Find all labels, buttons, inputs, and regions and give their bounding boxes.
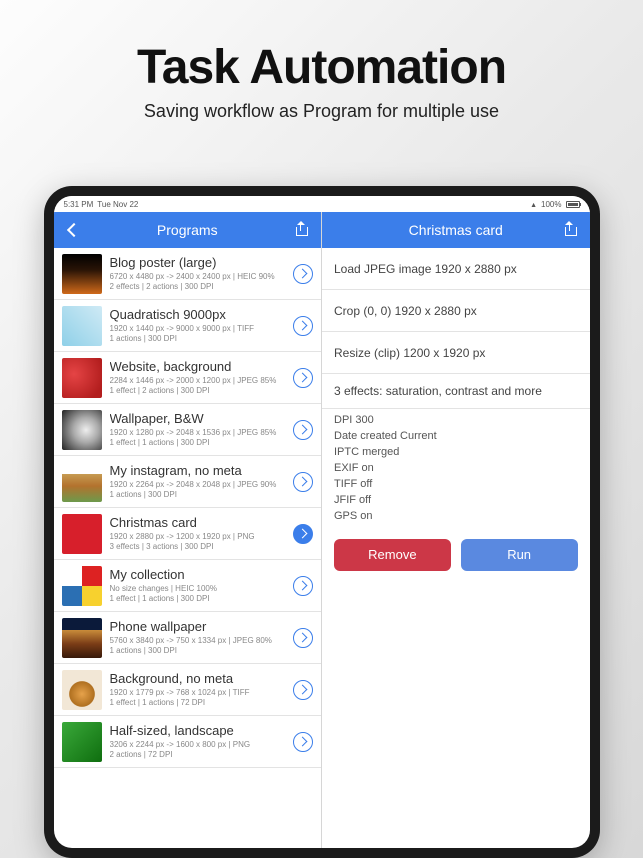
program-title: Wallpaper, B&W	[110, 411, 286, 426]
share-icon	[564, 222, 576, 236]
metadata-line: JFIF off	[334, 493, 578, 509]
programs-navbar: Programs	[54, 212, 322, 248]
program-subtitle: No size changes | HEIC 100% 1 effect | 1…	[110, 584, 286, 604]
disclosure-button[interactable]	[293, 264, 313, 284]
chevron-left-icon	[66, 223, 80, 237]
program-text: Quadratisch 9000px 1920 x 1440 px -> 9000…	[110, 307, 286, 344]
wifi-icon	[530, 200, 537, 209]
program-title: My collection	[110, 567, 286, 582]
status-time: 5:31 PM	[64, 200, 94, 209]
program-text: Wallpaper, B&W 1920 x 1280 px -> 2048 x 1…	[110, 411, 286, 448]
share-icon	[295, 222, 307, 236]
programs-list[interactable]: Blog poster (large) 6720 x 4480 px -> 240…	[54, 248, 322, 848]
battery-label: 100%	[541, 200, 561, 209]
metadata-line: GPS on	[334, 509, 578, 525]
step-load[interactable]: Load JPEG image 1920 x 2880 px	[322, 248, 590, 290]
disclosure-button[interactable]	[293, 420, 313, 440]
program-text: Background, no meta 1920 x 1779 px -> 768…	[110, 671, 286, 708]
detail-navbar: Christmas card	[322, 212, 590, 248]
device-screen: 5:31 PM Tue Nov 22 100% Programs Blog po…	[54, 196, 590, 848]
program-row[interactable]: Background, no meta 1920 x 1779 px -> 768…	[54, 664, 322, 716]
step-resize[interactable]: Resize (clip) 1200 x 1920 px	[322, 332, 590, 374]
disclosure-button[interactable]	[293, 576, 313, 596]
programs-pane: Programs Blog poster (large) 6720 x 4480 …	[54, 212, 323, 848]
program-thumbnail	[62, 566, 102, 606]
program-text: Phone wallpaper 5760 x 3840 px -> 750 x 1…	[110, 619, 286, 656]
program-row[interactable]: Christmas card 1920 x 2880 px -> 1200 x 1…	[54, 508, 322, 560]
status-date: Tue Nov 22	[97, 200, 138, 209]
promo-title: Task Automation	[0, 0, 643, 95]
program-title: Website, background	[110, 359, 286, 374]
metadata-block: DPI 300Date created CurrentIPTC mergedEX…	[322, 409, 590, 535]
metadata-line: EXIF on	[334, 461, 578, 477]
program-subtitle: 2284 x 1446 px -> 2000 x 1200 px | JPEG …	[110, 376, 286, 396]
disclosure-button[interactable]	[293, 628, 313, 648]
program-row[interactable]: My collection No size changes | HEIC 100%…	[54, 560, 322, 612]
program-thumbnail	[62, 670, 102, 710]
disclosure-button[interactable]	[293, 524, 313, 544]
program-thumbnail	[62, 254, 102, 294]
program-subtitle: 1920 x 1440 px -> 9000 x 9000 px | TIFF …	[110, 324, 286, 344]
program-subtitle: 6720 x 4480 px -> 2400 x 2400 px | HEIC …	[110, 272, 286, 292]
disclosure-button[interactable]	[293, 368, 313, 388]
program-title: Quadratisch 9000px	[110, 307, 286, 322]
programs-title: Programs	[84, 222, 292, 238]
program-thumbnail	[62, 410, 102, 450]
metadata-line: IPTC merged	[334, 445, 578, 461]
program-subtitle: 1920 x 1779 px -> 768 x 1024 px | TIFF 1…	[110, 688, 286, 708]
program-thumbnail	[62, 722, 102, 762]
program-title: Background, no meta	[110, 671, 286, 686]
program-text: My instagram, no meta 1920 x 2264 px -> 2…	[110, 463, 286, 500]
status-bar: 5:31 PM Tue Nov 22 100%	[54, 196, 590, 212]
share-button-left[interactable]	[291, 222, 311, 239]
metadata-line: Date created Current	[334, 429, 578, 445]
battery-icon	[566, 201, 580, 208]
program-text: Blog poster (large) 6720 x 4480 px -> 240…	[110, 255, 286, 292]
program-subtitle: 5760 x 3840 px -> 750 x 1334 px | JPEG 8…	[110, 636, 286, 656]
program-row[interactable]: Half-sized, landscape 3206 x 2244 px -> 1…	[54, 716, 322, 768]
detail-title: Christmas card	[352, 222, 560, 238]
program-thumbnail	[62, 514, 102, 554]
program-title: Phone wallpaper	[110, 619, 286, 634]
disclosure-button[interactable]	[293, 316, 313, 336]
back-button[interactable]	[64, 222, 84, 238]
program-row[interactable]: Quadratisch 9000px 1920 x 1440 px -> 9000…	[54, 300, 322, 352]
program-text: Website, background 2284 x 1446 px -> 200…	[110, 359, 286, 396]
program-title: Blog poster (large)	[110, 255, 286, 270]
run-button[interactable]: Run	[461, 539, 578, 571]
disclosure-button[interactable]	[293, 680, 313, 700]
program-row[interactable]: Website, background 2284 x 1446 px -> 200…	[54, 352, 322, 404]
program-row[interactable]: Wallpaper, B&W 1920 x 1280 px -> 2048 x 1…	[54, 404, 322, 456]
program-subtitle: 1920 x 2264 px -> 2048 x 2048 px | JPEG …	[110, 480, 286, 500]
program-thumbnail	[62, 462, 102, 502]
program-row[interactable]: Blog poster (large) 6720 x 4480 px -> 240…	[54, 248, 322, 300]
program-text: My collection No size changes | HEIC 100%…	[110, 567, 286, 604]
program-text: Christmas card 1920 x 2880 px -> 1200 x 1…	[110, 515, 286, 552]
action-buttons: Remove Run	[322, 535, 590, 581]
program-title: My instagram, no meta	[110, 463, 286, 478]
program-thumbnail	[62, 306, 102, 346]
disclosure-button[interactable]	[293, 472, 313, 492]
program-thumbnail	[62, 358, 102, 398]
step-crop[interactable]: Crop (0, 0) 1920 x 2880 px	[322, 290, 590, 332]
program-row[interactable]: My instagram, no meta 1920 x 2264 px -> 2…	[54, 456, 322, 508]
program-subtitle: 1920 x 2880 px -> 1200 x 1920 px | PNG 3…	[110, 532, 286, 552]
detail-pane: Christmas card Load JPEG image 1920 x 28…	[322, 212, 590, 848]
device-frame: 5:31 PM Tue Nov 22 100% Programs Blog po…	[44, 186, 600, 858]
promo-subtitle: Saving workflow as Program for multiple …	[0, 101, 643, 122]
disclosure-button[interactable]	[293, 732, 313, 752]
program-subtitle: 1920 x 1280 px -> 2048 x 1536 px | JPEG …	[110, 428, 286, 448]
program-title: Half-sized, landscape	[110, 723, 286, 738]
remove-button[interactable]: Remove	[334, 539, 451, 571]
effects-summary[interactable]: 3 effects: saturation, contrast and more	[322, 374, 590, 409]
metadata-line: TIFF off	[334, 477, 578, 493]
metadata-line: DPI 300	[334, 413, 578, 429]
program-row[interactable]: Phone wallpaper 5760 x 3840 px -> 750 x 1…	[54, 612, 322, 664]
program-text: Half-sized, landscape 3206 x 2244 px -> 1…	[110, 723, 286, 760]
program-title: Christmas card	[110, 515, 286, 530]
share-button-right[interactable]	[560, 222, 580, 239]
program-subtitle: 3206 x 2244 px -> 1600 x 800 px | PNG 2 …	[110, 740, 286, 760]
program-thumbnail	[62, 618, 102, 658]
